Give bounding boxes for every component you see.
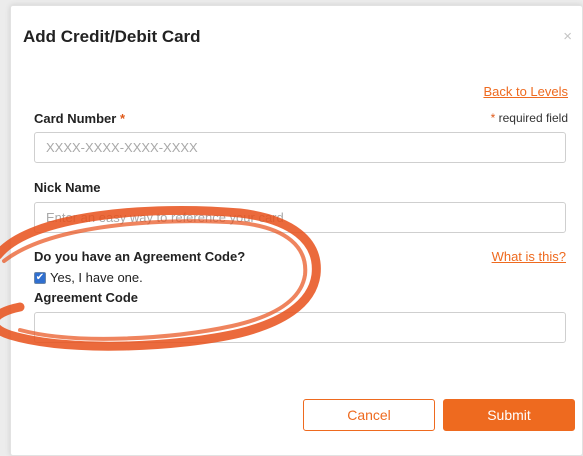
close-icon[interactable]: × [563, 28, 572, 45]
agreement-code-label: Agreement Code [34, 290, 139, 305]
what-is-this-link[interactable]: What is this? [492, 249, 566, 264]
required-field-note: * required field [491, 111, 568, 125]
required-star: * [119, 111, 126, 126]
agreement-code-input[interactable] [34, 312, 566, 343]
agreement-checkbox-label: Yes, I have one. [50, 270, 143, 285]
cancel-button[interactable]: Cancel [303, 399, 435, 431]
add-card-dialog: Add Credit/Debit Card × Back to Levels C… [10, 5, 583, 456]
card-number-input[interactable] [34, 132, 566, 163]
card-number-label: Card Number * [34, 111, 125, 126]
dialog-title: Add Credit/Debit Card [23, 27, 201, 46]
agreement-question: Do you have an Agreement Code? [34, 249, 246, 264]
agreement-checkbox-row[interactable]: ✔ Yes, I have one. [34, 270, 143, 285]
agreement-checkbox[interactable]: ✔ [34, 271, 46, 284]
submit-button[interactable]: Submit [443, 399, 575, 431]
required-note-text: required field [495, 111, 568, 125]
nick-name-label: Nick Name [34, 180, 101, 195]
nick-name-input[interactable] [34, 202, 566, 233]
card-number-label-text: Card Number [34, 111, 117, 126]
back-to-levels-link[interactable]: Back to Levels [483, 84, 568, 99]
